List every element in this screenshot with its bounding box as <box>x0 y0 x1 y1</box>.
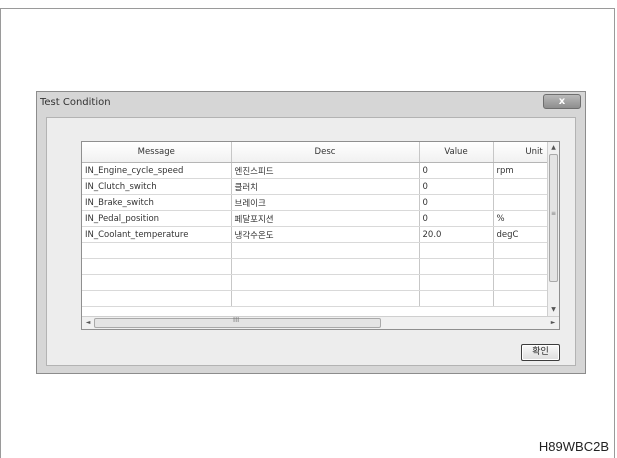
message-cell[interactable] <box>82 274 232 291</box>
table-row[interactable] <box>82 290 559 307</box>
desc-cell[interactable]: 브레이크 <box>231 194 420 211</box>
value-cell[interactable] <box>419 290 494 307</box>
table-header-row: Message Desc Value Unit <box>82 142 559 163</box>
condition-table: Message Desc Value Unit IN_Engine_cycle_… <box>82 142 559 307</box>
window-title: Test Condition <box>40 97 111 108</box>
column-header-desc[interactable]: Desc <box>231 142 420 163</box>
grip-icon: III <box>233 316 240 324</box>
vertical-scrollbar[interactable]: ▲ ≡ ▼ <box>547 142 559 316</box>
close-icon: x <box>558 96 566 107</box>
ok-button[interactable]: 확인 <box>521 344 560 361</box>
dialog-client-area: Message Desc Value Unit IN_Engine_cycle_… <box>46 117 576 366</box>
value-cell[interactable]: 0 <box>419 210 494 227</box>
value-cell[interactable]: 0 <box>419 178 494 195</box>
value-cell[interactable]: 20.0 <box>419 226 494 243</box>
message-cell[interactable]: IN_Brake_switch <box>82 194 232 211</box>
table-row[interactable]: IN_Brake_switch 브레이크 0 <box>82 194 559 211</box>
message-cell[interactable]: IN_Clutch_switch <box>82 178 232 195</box>
column-header-message[interactable]: Message <box>82 142 232 163</box>
table-row[interactable] <box>82 258 559 275</box>
desc-cell[interactable] <box>231 258 420 275</box>
desc-cell[interactable]: 페달포지션 <box>231 210 420 227</box>
grip-icon: ≡ <box>551 210 557 217</box>
scroll-down-arrow-icon[interactable]: ▼ <box>548 304 559 316</box>
message-cell[interactable] <box>82 290 232 307</box>
desc-cell[interactable]: 냉각수온도 <box>231 226 420 243</box>
desc-cell[interactable] <box>231 242 420 259</box>
horizontal-scroll-thumb[interactable]: III <box>94 316 381 328</box>
value-cell[interactable] <box>419 258 494 275</box>
value-cell[interactable] <box>419 274 494 291</box>
desc-cell[interactable]: 클러치 <box>231 178 420 195</box>
table-row[interactable]: IN_Pedal_position 페달포지션 0 % <box>82 210 559 227</box>
message-cell[interactable]: IN_Coolant_temperature <box>82 226 232 243</box>
vertical-scroll-thumb[interactable]: ≡ <box>549 154 558 282</box>
scroll-right-arrow-icon[interactable]: ► <box>547 317 559 329</box>
table-row[interactable]: IN_Clutch_switch 클러치 0 <box>82 178 559 195</box>
table-row[interactable] <box>82 242 559 259</box>
figure-code: H89WBC2B <box>538 439 609 454</box>
message-cell[interactable] <box>82 258 232 275</box>
message-cell[interactable]: IN_Engine_cycle_speed <box>82 162 232 179</box>
column-header-value[interactable]: Value <box>419 142 494 163</box>
message-cell[interactable] <box>82 242 232 259</box>
value-cell[interactable]: 0 <box>419 194 494 211</box>
message-cell[interactable]: IN_Pedal_position <box>82 210 232 227</box>
desc-cell[interactable] <box>231 290 420 307</box>
test-condition-dialog: Test Condition x Message Desc Value Unit… <box>36 91 586 374</box>
table-row[interactable] <box>82 274 559 291</box>
horizontal-scrollbar[interactable]: ◄ III ► <box>82 316 559 329</box>
desc-cell[interactable] <box>231 274 420 291</box>
value-cell[interactable] <box>419 242 494 259</box>
table-row[interactable]: IN_Coolant_temperature 냉각수온도 20.0 degC <box>82 226 559 243</box>
scroll-up-arrow-icon[interactable]: ▲ <box>548 142 559 154</box>
title-bar[interactable]: Test Condition x <box>37 92 585 114</box>
scroll-left-arrow-icon[interactable]: ◄ <box>82 317 94 329</box>
table-row[interactable]: IN_Engine_cycle_speed 엔진스피드 0 rpm <box>82 162 559 179</box>
close-button[interactable]: x <box>543 94 581 109</box>
desc-cell[interactable]: 엔진스피드 <box>231 162 420 179</box>
value-cell[interactable]: 0 <box>419 162 494 179</box>
condition-grid[interactable]: Message Desc Value Unit IN_Engine_cycle_… <box>81 141 560 330</box>
